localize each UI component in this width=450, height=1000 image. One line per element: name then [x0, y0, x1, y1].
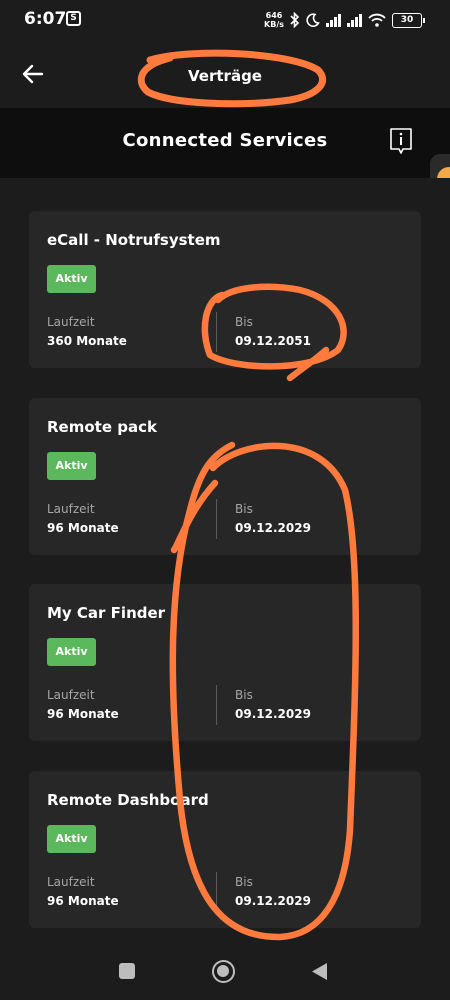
status-badge: Aktiv — [47, 638, 96, 666]
until-label: Bis — [235, 688, 253, 702]
until-value: 09.12.2029 — [235, 894, 311, 908]
home-circle-icon[interactable] — [212, 960, 235, 983]
duration-value: 96 Monate — [47, 707, 119, 721]
duration-label: Laufzeit — [47, 875, 95, 889]
status-badge: Aktiv — [47, 825, 96, 853]
divider — [216, 685, 217, 725]
wifi-icon — [368, 13, 386, 27]
section-title: Connected Services — [122, 130, 328, 151]
battery-icon: 30 — [392, 12, 425, 28]
cell-signal-2-icon — [347, 13, 362, 27]
back-triangle-icon[interactable] — [311, 962, 328, 981]
network-speed-value: 646 — [265, 11, 283, 20]
duration-value: 360 Monate — [47, 334, 127, 348]
until-value: 09.12.2029 — [235, 707, 311, 721]
service-name: My Car Finder — [47, 604, 166, 622]
duration-value: 96 Monate — [47, 894, 119, 908]
bluetooth-icon — [290, 12, 300, 28]
do-not-disturb-moon-icon — [306, 13, 320, 27]
status-time: 6:07 — [24, 9, 67, 29]
service-card[interactable]: eCall - Notrufsystem Aktiv Laufzeit 360 … — [29, 211, 421, 368]
service-name: Remote pack — [47, 418, 157, 436]
status-indicators: 646 KB/s 30 — [264, 9, 425, 31]
service-card[interactable]: Remote pack Aktiv Laufzeit 96 Monate Bis… — [29, 398, 421, 555]
service-name: Remote Dashboard — [47, 791, 209, 809]
until-value: 09.12.2029 — [235, 521, 311, 535]
status-bar: 6:07 S 646 KB/s 30 — [0, 0, 450, 40]
service-name: eCall - Notrufsystem — [47, 231, 221, 249]
section-header: Connected Services — [0, 108, 450, 178]
info-icon[interactable] — [389, 127, 413, 157]
divider — [216, 499, 217, 539]
duration-label: Laufzeit — [47, 502, 95, 516]
status-badge: Aktiv — [47, 265, 96, 293]
service-card[interactable]: Remote Dashboard Aktiv Laufzeit 96 Monat… — [29, 771, 421, 928]
divider — [216, 872, 217, 912]
page-title: Verträge — [188, 67, 262, 85]
status-badge: Aktiv — [47, 452, 96, 480]
duration-value: 96 Monate — [47, 521, 119, 535]
network-speed: 646 KB/s — [264, 11, 284, 29]
until-label: Bis — [235, 502, 253, 516]
divider — [216, 312, 217, 352]
network-speed-unit: KB/s — [264, 20, 284, 29]
cell-signal-icon — [326, 13, 341, 27]
until-label: Bis — [235, 315, 253, 329]
until-value: 09.12.2051 — [235, 334, 311, 348]
duration-label: Laufzeit — [47, 315, 95, 329]
system-nav-bar — [0, 944, 450, 1000]
duration-label: Laufzeit — [47, 688, 95, 702]
app-notification-icon: S — [66, 11, 81, 26]
service-card[interactable]: My Car Finder Aktiv Laufzeit 96 Monate B… — [29, 584, 421, 741]
services-list: eCall - Notrufsystem Aktiv Laufzeit 360 … — [0, 178, 450, 944]
app-header: Verträge — [0, 40, 450, 108]
until-label: Bis — [235, 875, 253, 889]
recents-square-icon[interactable] — [119, 963, 135, 979]
